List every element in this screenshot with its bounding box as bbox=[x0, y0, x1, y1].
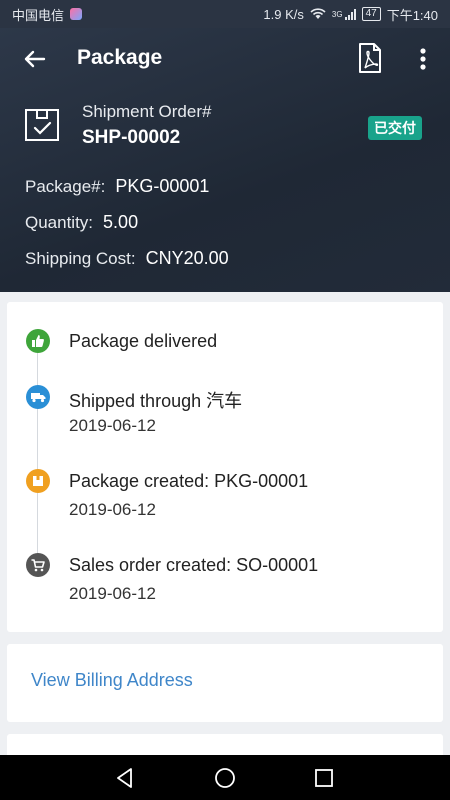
activity-timeline-card: Package delivered Shipped through 汽车 201… bbox=[7, 302, 443, 632]
more-vertical-icon bbox=[420, 48, 426, 70]
shipment-box-icon bbox=[25, 109, 59, 141]
more-options-button[interactable] bbox=[412, 44, 434, 74]
battery-icon: 47 bbox=[361, 7, 381, 21]
circle-home-icon bbox=[215, 768, 235, 788]
package-number-label: Package#: bbox=[25, 177, 106, 196]
timeline-title: Shipped through 汽车 bbox=[69, 391, 243, 411]
carrier-app-icon bbox=[70, 8, 83, 20]
shipment-order-label: Shipment Order# bbox=[82, 102, 212, 121]
truck-icon bbox=[26, 385, 50, 409]
timeline-date: 2019-06-12 bbox=[69, 416, 156, 435]
clock: 下午1:40 bbox=[386, 7, 438, 23]
package-number-value: PKG-00001 bbox=[115, 176, 210, 196]
timeline-title: Package delivered bbox=[69, 331, 218, 351]
network-type: 3G bbox=[331, 9, 343, 19]
back-button[interactable] bbox=[20, 44, 50, 74]
app-bar: Package bbox=[0, 28, 450, 90]
nav-back-button[interactable] bbox=[112, 765, 138, 791]
quantity-row: Quantity: 5.00 bbox=[25, 212, 138, 233]
timeline-title: Sales order created: SO-00001 bbox=[69, 555, 319, 575]
page-title: Package bbox=[77, 46, 163, 69]
carrier-name: 中国电信 bbox=[12, 7, 65, 23]
package-header: Package Shipment Order# SHP-00002 已交付 Pa… bbox=[0, 28, 450, 292]
package-number-row: Package#: PKG-00001 bbox=[25, 176, 209, 197]
shipment-order-number: SHP-00002 bbox=[82, 127, 181, 148]
timeline-line bbox=[37, 340, 38, 566]
status-bar: 中国电信 1.9 K/s 3G 47 下午1:40 bbox=[0, 0, 450, 28]
quantity-value: 5.00 bbox=[103, 212, 139, 232]
thumbs-up-icon bbox=[26, 329, 50, 353]
timeline-title: Package created: PKG-00001 bbox=[69, 471, 309, 491]
back-arrow-icon bbox=[24, 50, 46, 68]
cart-icon bbox=[26, 553, 50, 577]
view-billing-address-link[interactable]: View Billing Address bbox=[31, 670, 193, 691]
nav-recents-button[interactable] bbox=[311, 765, 337, 791]
status-badge: 已交付 bbox=[368, 116, 422, 140]
wifi-icon bbox=[310, 8, 326, 19]
shipping-cost-row: Shipping Cost: CNY20.00 bbox=[25, 248, 229, 269]
pdf-button[interactable] bbox=[356, 42, 384, 74]
quantity-label: Quantity: bbox=[25, 213, 94, 232]
timeline-date: 2019-06-12 bbox=[69, 500, 156, 519]
package-icon bbox=[26, 469, 50, 493]
navigation-bar bbox=[0, 755, 450, 800]
timeline-date: 2019-06-12 bbox=[69, 584, 156, 603]
pdf-icon bbox=[359, 43, 381, 73]
triangle-back-icon bbox=[117, 768, 132, 788]
shipping-cost-label: Shipping Cost: bbox=[25, 249, 136, 268]
billing-address-card: View Billing Address bbox=[7, 644, 443, 722]
signal-icon bbox=[344, 8, 356, 20]
square-recents-icon bbox=[315, 769, 333, 787]
nav-home-button[interactable] bbox=[212, 765, 238, 791]
shipping-cost-value: CNY20.00 bbox=[145, 248, 229, 268]
network-speed: 1.9 K/s bbox=[263, 6, 304, 22]
